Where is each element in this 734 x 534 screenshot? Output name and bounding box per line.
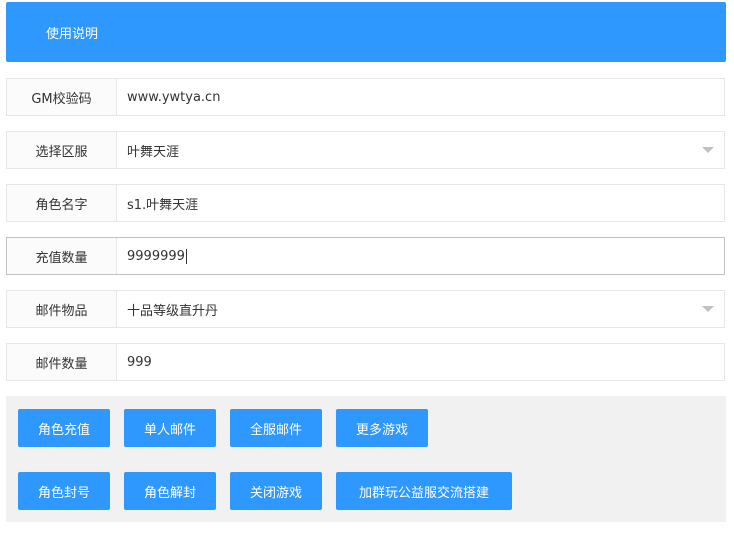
recharge-amount-input[interactable]: 9999999 [117, 238, 724, 274]
instructions-header[interactable]: 使用说明 [6, 2, 726, 62]
server-select-value: 叶舞天涯 [127, 144, 180, 160]
role-recharge-button[interactable]: 角色充值 [18, 409, 110, 447]
role-name-input[interactable]: s1.叶舞天涯 [117, 185, 724, 221]
mail-item-row: 邮件物品 十品等级直升丹 [6, 290, 725, 328]
mail-quantity-label: 邮件数量 [7, 344, 117, 380]
gm-code-input[interactable]: www.ywtya.cn [117, 79, 724, 115]
mail-quantity-value: 999 [127, 354, 152, 370]
action-button-panel: 角色充值 单人邮件 全服邮件 更多游戏 角色封号 角色解封 关闭游戏 加群玩公益… [6, 396, 726, 522]
mail-quantity-input[interactable]: 999 [117, 344, 724, 380]
join-group-button[interactable]: 加群玩公益服交流搭建 [336, 472, 512, 510]
single-mail-button[interactable]: 单人邮件 [124, 409, 216, 447]
close-game-button[interactable]: 关闭游戏 [230, 472, 322, 510]
instructions-title[interactable]: 使用说明 [46, 23, 98, 42]
gm-code-row: GM校验码 www.ywtya.cn [6, 78, 725, 116]
ban-role-button[interactable]: 角色封号 [18, 472, 110, 510]
unban-role-button[interactable]: 角色解封 [124, 472, 216, 510]
mail-item-label: 邮件物品 [7, 291, 117, 327]
server-select[interactable]: 叶舞天涯 [117, 132, 724, 168]
role-name-row: 角色名字 s1.叶舞天涯 [6, 184, 725, 222]
all-server-mail-button[interactable]: 全服邮件 [230, 409, 322, 447]
more-games-button[interactable]: 更多游戏 [336, 409, 428, 447]
mail-item-select[interactable]: 十品等级直升丹 [117, 291, 724, 327]
server-select-label: 选择区服 [7, 132, 117, 168]
recharge-amount-value: 9999999 [127, 248, 185, 264]
mail-quantity-row: 邮件数量 999 [6, 343, 725, 381]
chevron-down-icon[interactable] [702, 147, 714, 153]
recharge-amount-label: 充值数量 [7, 238, 117, 274]
chevron-down-icon[interactable] [702, 306, 714, 312]
gm-code-label: GM校验码 [7, 79, 117, 115]
gm-code-value: www.ywtya.cn [127, 89, 221, 105]
gm-tool-page: 使用说明 GM校验码 www.ywtya.cn 选择区服 叶舞天涯 角色名字 s… [0, 0, 734, 534]
recharge-amount-row: 充值数量 9999999 [6, 237, 725, 275]
server-select-row: 选择区服 叶舞天涯 [6, 131, 725, 169]
text-caret [185, 248, 187, 264]
mail-item-value: 十品等级直升丹 [127, 303, 219, 319]
role-name-value: s1.叶舞天涯 [127, 197, 199, 213]
role-name-label: 角色名字 [7, 185, 117, 221]
